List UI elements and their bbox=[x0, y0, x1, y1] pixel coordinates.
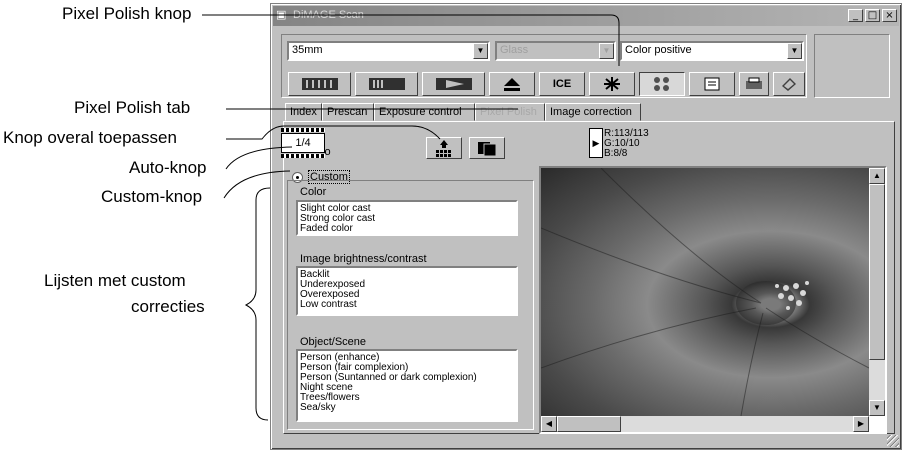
eject-button[interactable] bbox=[489, 72, 535, 96]
chevron-down-icon: ▼ bbox=[599, 43, 614, 59]
scroll-right-icon[interactable]: ▶ bbox=[853, 416, 869, 432]
film-format-value: 35mm bbox=[292, 44, 323, 56]
scan-icon bbox=[435, 78, 472, 90]
scroll-left-icon[interactable]: ◀ bbox=[541, 416, 557, 432]
dimage-scan-window: ▣ DiMAGE Scan _ □ × 35mm ▼ Glass ▼ Color… bbox=[270, 3, 902, 450]
tab-exposure-control[interactable]: Exposure control bbox=[374, 103, 475, 121]
tab-index[interactable]: Index bbox=[285, 103, 322, 121]
pixel-polish-button[interactable] bbox=[639, 72, 685, 96]
prescan-icon bbox=[368, 78, 405, 90]
callout-auto-knop: Auto-knop bbox=[129, 158, 207, 177]
callout-pixel-polish-knop: Pixel Polish knop bbox=[62, 4, 192, 23]
resize-grip[interactable] bbox=[887, 435, 899, 447]
compare-icon bbox=[478, 142, 497, 157]
holder-select[interactable]: Glass ▼ bbox=[495, 41, 616, 61]
film-perforation-top bbox=[281, 128, 325, 132]
scroll-up-icon[interactable]: ▲ bbox=[869, 168, 885, 184]
scan-button[interactable] bbox=[422, 72, 485, 96]
preview-image bbox=[541, 168, 869, 416]
callout-lijsten-line2: correcties bbox=[131, 297, 205, 316]
color-list[interactable]: Slight color cast Strong color cast Fade… bbox=[296, 200, 518, 236]
help-book-icon bbox=[782, 78, 796, 91]
brightness-group-label: Image brightness/contrast bbox=[300, 253, 427, 265]
horizontal-scrollbar[interactable]: ◀ ▶ bbox=[541, 416, 869, 432]
help-button[interactable] bbox=[773, 72, 805, 96]
eject-icon bbox=[504, 78, 520, 91]
minimize-icon[interactable]: _ bbox=[848, 9, 863, 22]
apply-all-button[interactable] bbox=[426, 137, 462, 159]
holder-value: Glass bbox=[500, 44, 529, 56]
tab-prescan[interactable]: Prescan bbox=[322, 103, 374, 121]
brightness-list[interactable]: Backlit Underexposed Overexposed Low con… bbox=[296, 266, 518, 316]
ice-button[interactable]: ICE bbox=[539, 72, 585, 96]
printer-icon bbox=[746, 77, 762, 89]
vertical-scroll-thumb[interactable] bbox=[869, 184, 885, 360]
next-frame-button[interactable]: ▶ bbox=[589, 128, 603, 158]
scene-group-label: Object/Scene bbox=[300, 336, 367, 348]
ice-icon: ICE bbox=[552, 78, 572, 90]
callout-custom-knop: Custom-knop bbox=[101, 187, 203, 206]
callout-lijsten-line1: Lijsten met custom bbox=[44, 271, 186, 290]
prescan-button[interactable] bbox=[355, 72, 418, 96]
vertical-scrollbar[interactable]: ▲ ▼ bbox=[869, 168, 885, 416]
chevron-down-icon: ▼ bbox=[473, 43, 488, 59]
list-item[interactable]: Faded color bbox=[300, 224, 514, 234]
list-item[interactable]: Low contrast bbox=[300, 300, 514, 310]
settings-button[interactable] bbox=[739, 72, 769, 96]
tab-pixel-polish[interactable]: Pixel Polish bbox=[475, 103, 545, 121]
title-bar[interactable]: ▣ DiMAGE Scan _ □ × bbox=[273, 6, 899, 26]
close-icon[interactable]: × bbox=[882, 9, 897, 22]
scene-list[interactable]: Person (enhance) Person (fair complexion… bbox=[296, 349, 518, 422]
window-app-icon: ▣ bbox=[276, 8, 287, 21]
callout-pixel-polish-tab: Pixel Polish tab bbox=[74, 98, 191, 117]
apply-all-icon bbox=[436, 140, 451, 157]
film-type-value: Color positive bbox=[625, 44, 692, 56]
sun-icon bbox=[604, 77, 620, 91]
film-perforation-bottom bbox=[281, 154, 325, 158]
play-icon: ▶ bbox=[592, 138, 600, 148]
rgb-readout: R:113/113 G:10/10 B:8/8 bbox=[604, 129, 649, 159]
film-format-select[interactable]: 35mm ▼ bbox=[287, 41, 490, 61]
pixel-polish-icon bbox=[654, 77, 669, 91]
auto-dust-button[interactable] bbox=[589, 72, 635, 96]
color-group-label: Color bbox=[300, 186, 327, 198]
compare-button[interactable] bbox=[469, 137, 505, 159]
scroll-down-icon[interactable]: ▼ bbox=[869, 400, 885, 416]
index-scan-icon bbox=[301, 78, 338, 90]
frame-number: 1/4 bbox=[281, 133, 325, 153]
flower-image bbox=[541, 168, 869, 416]
list-item[interactable]: Sea/sky bbox=[300, 403, 514, 413]
toolbar: 35mm ▼ Glass ▼ Color positive ▼ ICE bbox=[281, 34, 807, 98]
preview-area[interactable]: ▲ ▼ ◀ ▶ bbox=[539, 166, 887, 434]
film-type-select[interactable]: Color positive ▼ bbox=[620, 41, 804, 61]
preferences-button[interactable] bbox=[689, 72, 735, 96]
chevron-down-icon: ▼ bbox=[787, 43, 802, 59]
callout-knop-overal: Knop overal toepassen bbox=[3, 128, 177, 147]
tab-image-correction[interactable]: Image correction bbox=[545, 103, 641, 121]
readout-b: B:8/8 bbox=[604, 148, 628, 159]
info-box bbox=[814, 34, 890, 98]
horizontal-scroll-thumb[interactable] bbox=[557, 416, 621, 432]
window-title: DiMAGE Scan bbox=[293, 9, 364, 21]
maximize-icon[interactable]: □ bbox=[865, 9, 880, 22]
frame-counter: 1/4 bbox=[281, 128, 325, 158]
index-scan-button[interactable] bbox=[288, 72, 351, 96]
document-icon bbox=[704, 77, 720, 91]
